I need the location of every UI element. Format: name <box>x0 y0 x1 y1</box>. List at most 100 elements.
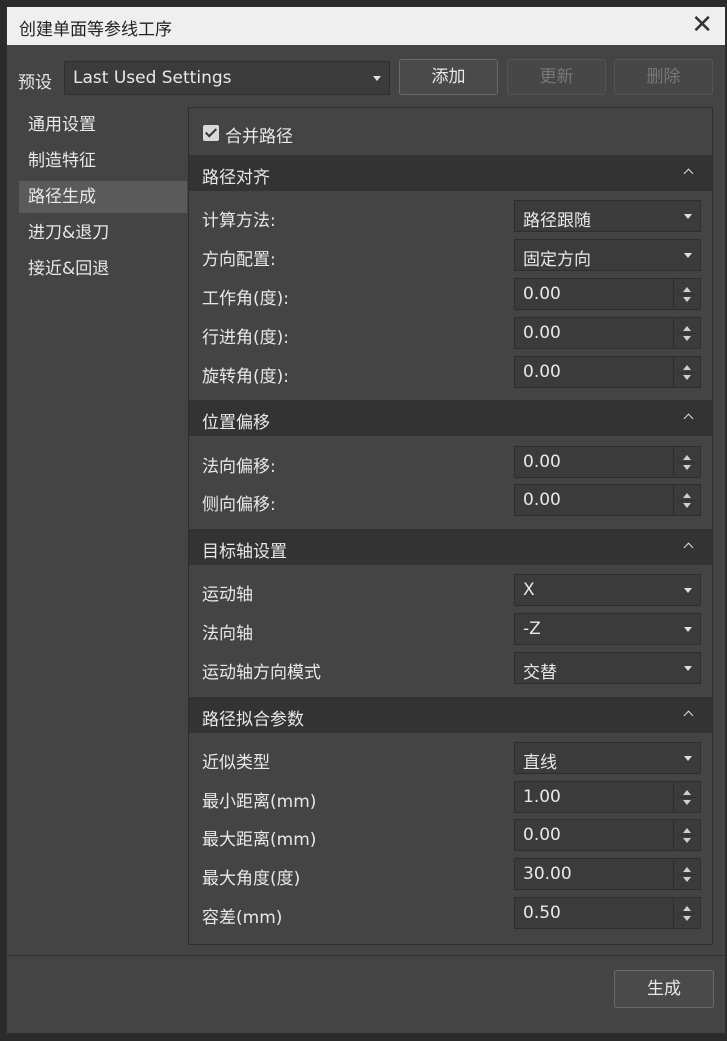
approx-type-label: 近似类型 <box>202 753 270 773</box>
chevron-down-icon <box>684 588 692 593</box>
generate-button[interactable]: 生成 <box>614 970 714 1008</box>
travel-angle-value: 0.00 <box>523 323 561 343</box>
chevron-up-icon <box>683 168 694 179</box>
normal-axis-label: 法向轴 <box>202 624 253 644</box>
side-offset-spinbox[interactable]: 0.00 <box>514 484 701 516</box>
min-dist-label: 最小距离(mm) <box>202 792 317 812</box>
spin-down-icon[interactable] <box>683 877 691 882</box>
merge-path-checkbox[interactable] <box>203 125 219 141</box>
max-angle-spinbox[interactable]: 30.00 <box>514 858 701 890</box>
normal-offset-label: 法向偏移: <box>202 457 276 477</box>
chevron-down-icon <box>684 666 692 671</box>
preset-select[interactable]: Last Used Settings <box>64 61 390 95</box>
normal-offset-value: 0.00 <box>523 452 561 472</box>
tolerance-label: 容差(mm) <box>202 908 283 928</box>
sidebar-item-path-generation[interactable]: 路径生成 <box>19 181 187 213</box>
chevron-up-icon <box>683 413 694 424</box>
spin-up-icon[interactable] <box>683 455 691 460</box>
tolerance-value: 0.50 <box>523 903 561 923</box>
chevron-down-icon <box>684 756 692 761</box>
spin-down-icon[interactable] <box>683 465 691 470</box>
motion-axis-select[interactable]: X <box>514 574 701 606</box>
spin-down-icon[interactable] <box>683 838 691 843</box>
motion-dir-mode-label: 运动轴方向模式 <box>202 663 321 683</box>
work-angle-value: 0.00 <box>523 284 561 304</box>
section-path-align[interactable]: 路径对齐 <box>189 155 712 191</box>
side-offset-label: 侧向偏移: <box>202 495 276 515</box>
work-angle-spinbox[interactable]: 0.00 <box>514 278 701 310</box>
max-angle-value: 30.00 <box>523 864 572 884</box>
preset-row: 预设 Last Used Settings 添加 更新 删除 <box>7 59 725 99</box>
spin-down-icon[interactable] <box>683 800 691 805</box>
tolerance-spinbox[interactable]: 0.50 <box>514 897 701 929</box>
normal-offset-spinbox[interactable]: 0.00 <box>514 446 701 478</box>
preset-select-value: Last Used Settings <box>73 68 232 88</box>
calc-method-select[interactable]: 路径跟随 <box>514 200 701 232</box>
sidebar-item-approach-retract[interactable]: 接近&回退 <box>19 253 187 285</box>
spin-down-icon[interactable] <box>683 297 691 302</box>
spin-arrows[interactable] <box>673 447 700 477</box>
dir-config-select[interactable]: 固定方向 <box>514 239 701 271</box>
spin-arrows[interactable] <box>673 859 700 889</box>
rotate-angle-spinbox[interactable]: 0.00 <box>514 356 701 388</box>
chevron-up-icon <box>683 710 694 721</box>
approx-type-select[interactable]: 直线 <box>514 742 701 774</box>
spin-down-icon[interactable] <box>683 503 691 508</box>
section-title: 目标轴设置 <box>202 542 287 562</box>
travel-angle-spinbox[interactable]: 0.00 <box>514 317 701 349</box>
spin-up-icon[interactable] <box>683 365 691 370</box>
spin-arrows[interactable] <box>673 898 700 928</box>
spin-arrows[interactable] <box>673 279 700 309</box>
title-bar: 创建单面等参线工序 ✕ <box>7 7 725 45</box>
delete-preset-button[interactable]: 删除 <box>614 59 713 95</box>
spin-down-icon[interactable] <box>683 336 691 341</box>
spin-arrows[interactable] <box>673 485 700 515</box>
sidebar-item-manufacturing-feature[interactable]: 制造特征 <box>19 145 187 177</box>
spin-up-icon[interactable] <box>683 906 691 911</box>
spin-arrows[interactable] <box>673 782 700 812</box>
spin-arrows[interactable] <box>673 357 700 387</box>
spin-up-icon[interactable] <box>683 493 691 498</box>
create-operation-dialog: 创建单面等参线工序 ✕ 预设 Last Used Settings 添加 更新 … <box>6 6 726 1034</box>
spin-arrows[interactable] <box>673 820 700 850</box>
section-position-offset[interactable]: 位置偏移 <box>189 400 712 436</box>
travel-angle-label: 行进角(度): <box>202 328 289 348</box>
section-path-fit[interactable]: 路径拟合参数 <box>189 697 712 733</box>
rotate-angle-value: 0.00 <box>523 362 561 382</box>
spin-up-icon[interactable] <box>683 287 691 292</box>
dir-config-label: 方向配置: <box>202 250 276 270</box>
max-dist-value: 0.00 <box>523 825 561 845</box>
dir-config-value: 固定方向 <box>523 250 591 270</box>
chevron-down-icon <box>684 627 692 632</box>
spin-up-icon[interactable] <box>683 828 691 833</box>
sidebar-item-lead-in-out[interactable]: 进刀&退刀 <box>19 217 187 249</box>
min-dist-value: 1.00 <box>523 787 561 807</box>
spin-up-icon[interactable] <box>683 326 691 331</box>
chevron-up-icon <box>683 542 694 553</box>
min-dist-spinbox[interactable]: 1.00 <box>514 781 701 813</box>
merge-path-label: 合并路径 <box>225 127 293 147</box>
spin-down-icon[interactable] <box>683 375 691 380</box>
spin-down-icon[interactable] <box>683 916 691 921</box>
max-dist-spinbox[interactable]: 0.00 <box>514 819 701 851</box>
section-target-axis[interactable]: 目标轴设置 <box>189 529 712 565</box>
max-dist-label: 最大距离(mm) <box>202 830 317 850</box>
add-preset-button[interactable]: 添加 <box>399 59 498 95</box>
spin-up-icon[interactable] <box>683 867 691 872</box>
motion-dir-mode-select[interactable]: 交替 <box>514 652 701 684</box>
section-title: 位置偏移 <box>202 413 270 433</box>
spin-up-icon[interactable] <box>683 790 691 795</box>
sidebar-item-general[interactable]: 通用设置 <box>19 109 187 141</box>
spin-arrows[interactable] <box>673 318 700 348</box>
motion-dir-mode-value: 交替 <box>523 663 557 683</box>
update-preset-button[interactable]: 更新 <box>507 59 606 95</box>
chevron-down-icon <box>373 76 381 81</box>
normal-axis-select[interactable]: -Z <box>514 613 701 645</box>
rotate-angle-label: 旋转角(度): <box>202 367 289 387</box>
close-icon[interactable]: ✕ <box>691 10 713 40</box>
chevron-down-icon <box>684 214 692 219</box>
side-offset-value: 0.00 <box>523 490 561 510</box>
calc-method-label: 计算方法: <box>202 211 276 231</box>
preset-label: 预设 <box>18 73 52 93</box>
footer-divider <box>7 955 725 956</box>
